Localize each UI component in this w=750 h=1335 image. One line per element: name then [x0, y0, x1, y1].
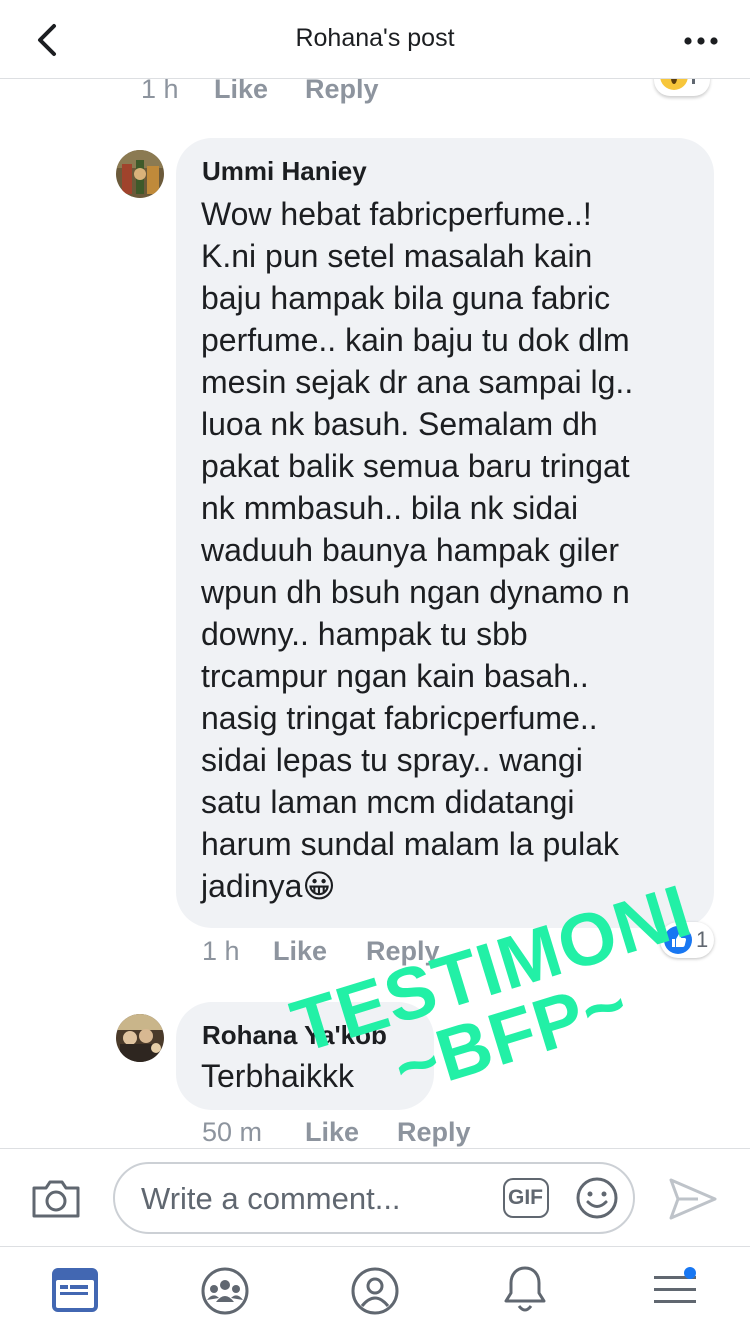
comment-line: waduuh baunya hampak giler — [201, 532, 620, 568]
comment-line: harum sundal malam la pulak — [201, 826, 619, 862]
gif-label: GIF — [508, 1186, 543, 1209]
comment-time: 50 m — [202, 1117, 263, 1147]
like-button[interactable]: Like — [305, 1117, 359, 1148]
comment-line: wpun dh bsuh ngan dynamo n — [201, 574, 630, 610]
comment-author[interactable]: Ummi Haniey — [202, 156, 367, 187]
gif-button[interactable]: GIF — [503, 1178, 549, 1218]
comment-text: Wow hebat fabricperfume..! K.ni pun sete… — [201, 193, 633, 907]
comment-line: baju hampak bila guna fabric — [201, 280, 611, 316]
comment-line: Wow hebat fabricperfume..! — [201, 196, 592, 232]
send-icon[interactable] — [668, 1176, 718, 1222]
comment-line: sidai lepas tu spray.. wangi — [201, 742, 583, 778]
avatar[interactable] — [116, 1014, 164, 1062]
notifications-icon[interactable] — [502, 1264, 548, 1316]
camera-icon[interactable] — [30, 1176, 82, 1220]
comment-line: nasig tringat fabricperfume.. — [201, 700, 598, 736]
comment-meta: 50 m Like Reply — [0, 1117, 650, 1151]
comment-line: trcampur ngan kain basah.. — [201, 658, 589, 694]
comment-input-container: GIF — [113, 1162, 635, 1234]
groups-icon[interactable] — [200, 1266, 250, 1316]
emoji-icon[interactable] — [575, 1176, 619, 1220]
comment-line: luoa nk basuh. Semalam dh — [201, 406, 598, 442]
comment-line: mesin sejak dr ana sampai lg.. — [201, 364, 634, 400]
comment-line: satu laman mcm didatangi — [201, 784, 575, 820]
comment-input[interactable] — [139, 1178, 483, 1220]
menu-icon[interactable] — [650, 1266, 700, 1314]
comment-line: nk mmbasuh.. bila nk sidai — [201, 490, 579, 526]
comment-line: K.ni pun setel masalah kain — [201, 238, 593, 274]
reply-button[interactable]: Reply — [397, 1117, 471, 1148]
comment-line: pakat balik semua baru tringat — [201, 448, 630, 484]
menu-notification-dot — [684, 1267, 696, 1279]
previous-comment-meta: 1 h Like Reply — [0, 74, 750, 108]
comment-line: downy.. hampak tu sbb — [201, 616, 528, 652]
news-feed-icon[interactable] — [50, 1266, 100, 1314]
top-bar: Rohana's post — [0, 0, 750, 79]
comment-time: 1 h — [202, 936, 240, 966]
comment-line: perfume.. kain baju tu dok dlm — [201, 322, 630, 358]
like-button[interactable]: Like — [273, 936, 327, 967]
avatar[interactable] — [116, 150, 164, 198]
more-options-icon[interactable] — [680, 26, 724, 56]
page-title: Rohana's post — [295, 24, 455, 52]
profile-icon[interactable] — [350, 1266, 400, 1316]
